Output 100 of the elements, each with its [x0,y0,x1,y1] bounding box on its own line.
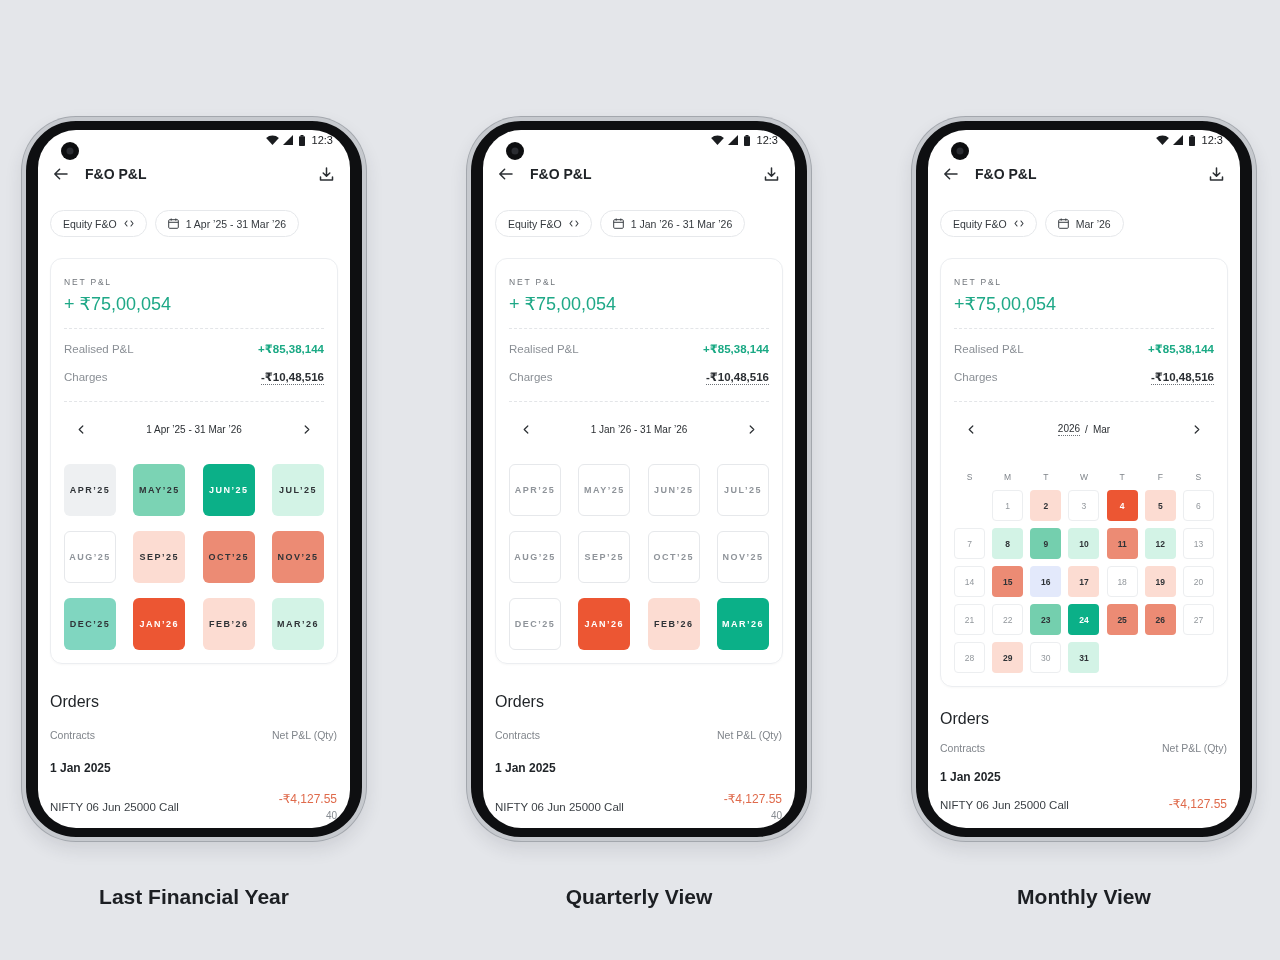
net-pnl-value: +₹75,00,054 [954,293,1058,315]
camera-hole-icon [951,142,969,160]
day-cell[interactable]: 12 [1144,528,1176,559]
month-tile[interactable]: JUN’25 [202,464,255,516]
caption-text: Last Financial Year [99,884,289,910]
status-time: 12:3 [311,133,333,147]
month-tile[interactable]: MAR’26 [717,598,769,650]
day-cell[interactable]: 24 [1068,604,1100,635]
date-heading: 1 Jan 2025 [940,769,1002,785]
camera-hole-icon [506,142,524,160]
weekday-label: W [1078,471,1089,483]
month-tile[interactable]: FEB’26 [647,598,700,650]
download-icon [764,167,779,181]
chevron-right-icon [1194,424,1200,434]
chevron-left-icon [968,424,974,434]
day-cell[interactable]: 15 [992,566,1024,597]
day-cell[interactable]: 8 [992,528,1024,559]
back-arrow-icon [53,168,68,180]
day-cell[interactable]: 4 [1106,490,1138,521]
order-qty: 40 [770,810,782,822]
summary-label: Realised P&L [509,343,579,355]
month-tile[interactable]: SEP’25 [133,531,186,583]
back-arrow-icon [498,168,513,180]
order-pnl: -₹4,127.55 [723,792,782,807]
status-time: 12:3 [1201,133,1223,147]
day-cell[interactable]: 17 [1068,566,1100,597]
back-button[interactable] [53,168,68,180]
month-tile[interactable]: NOV’25 [272,531,324,583]
date-heading: 1 Jan 2025 [50,760,112,776]
screen-title: F&O P&L [530,166,593,182]
day-cell[interactable]: 10 [1068,528,1100,559]
month-tile[interactable]: OCT’25 [202,531,255,583]
day-cell[interactable]: 16 [1030,566,1062,597]
chevrons-icon [1013,220,1024,227]
weekday-label: S [965,471,974,483]
summary-label: Realised P&L [954,343,1024,355]
section-title: Orders [495,692,545,712]
wifi-icon [265,135,279,145]
battery-icon [1188,134,1195,146]
column-header: Contracts [495,728,540,742]
date-separator: / [1085,423,1088,435]
net-pnl-value: + ₹75,00,054 [509,293,618,315]
month-tile[interactable]: MAR’26 [272,598,324,650]
order-pnl: -₹4,127.55 [278,792,337,807]
summary-label: Charges [509,371,553,383]
weekday-label: T [1042,471,1050,483]
back-button[interactable] [498,168,513,180]
weekday-label: T [1118,471,1126,483]
summary-value: -₹10,48,516 [261,369,324,385]
download-icon [1209,167,1224,181]
day-cell[interactable]: 19 [1144,566,1176,597]
day-cell[interactable]: 26 [1144,604,1176,635]
back-button[interactable] [943,168,958,180]
download-button[interactable] [319,167,334,181]
summary-label: Charges [954,371,998,383]
wifi-icon [1155,135,1169,145]
day-cell[interactable]: 5 [1144,490,1176,521]
segment-chip[interactable]: Equity F&O [940,210,1037,237]
segment-chip[interactable]: Equity F&O [50,210,147,237]
date-range-chip[interactable]: 1 Jan ’26 - 31 Mar ’26 [599,210,746,237]
net-pnl-label: NET P&L [954,276,1003,288]
net-pnl-label: NET P&L [509,276,558,288]
period-label: 1 Jan ’26 - 31 Mar ’26 [590,423,688,435]
month-tile[interactable]: JAN’26 [133,598,186,650]
day-cell[interactable]: 31 [1068,642,1100,673]
chevrons-icon [123,220,134,227]
contract-name: NIFTY 06 Jun 25000 Call [495,801,624,813]
day-cell[interactable]: 2 [1030,490,1062,521]
month-tile[interactable]: JUL’25 [272,464,324,516]
day-cell[interactable]: 25 [1106,604,1138,635]
period-label: 1 Apr ’25 - 31 Mar ’26 [146,423,242,435]
screen-title: F&O P&L [975,166,1038,182]
order-qty: 40 [325,810,337,822]
day-cell[interactable]: 23 [1030,604,1062,635]
date-range-chip[interactable]: Mar ’26 [1044,210,1124,237]
weekday-label: S [1194,471,1203,483]
section-title: Orders [940,709,990,729]
chevrons-icon [568,220,579,227]
signal-icon [727,135,738,145]
year-link[interactable]: 2026 [1057,422,1081,436]
summary-value: -₹10,48,516 [706,369,769,385]
day-cell[interactable]: 11 [1106,528,1138,559]
column-header: Contracts [50,728,95,742]
battery-icon [743,134,750,146]
month-tile[interactable]: FEB’26 [202,598,255,650]
summary-label: Realised P&L [64,343,134,355]
screen-title: F&O P&L [85,166,148,182]
month-tile[interactable]: MAY’25 [133,464,186,516]
signal-icon [282,135,293,145]
month-tile[interactable]: DEC’25 [64,598,116,650]
status-time: 12:3 [756,133,778,147]
date-range-chip[interactable]: 1 Apr ’25 - 31 Mar ’26 [154,210,300,237]
day-cell[interactable]: 9 [1030,528,1062,559]
segment-chip[interactable]: Equity F&O [495,210,592,237]
day-cell[interactable]: 29 [992,642,1024,673]
summary-value: +₹85,38,144 [258,342,324,356]
download-button[interactable] [764,167,779,181]
month-tile[interactable]: JAN’26 [578,598,631,650]
month-tile[interactable]: APR’25 [64,464,116,516]
download-button[interactable] [1209,167,1224,181]
